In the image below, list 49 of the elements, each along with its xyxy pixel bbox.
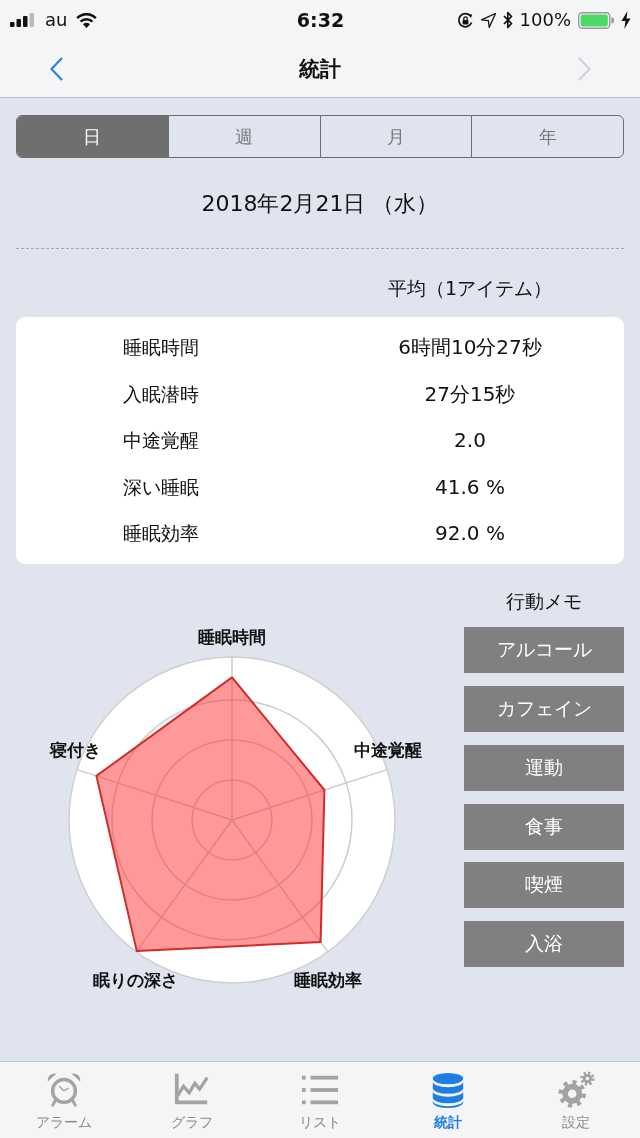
chevron-left-icon (49, 56, 63, 81)
tab-bar-item[interactable]: 設定 (512, 1062, 640, 1138)
axis-label: 睡眠時間 (198, 626, 266, 647)
column-header: 平均（1アイテム） (387, 276, 553, 301)
stat-value: 2.0 (454, 427, 486, 454)
rotation-lock-icon (456, 11, 474, 29)
period-tab[interactable]: 月 (319, 116, 472, 157)
battery-percent: 100% (519, 9, 571, 31)
nav-title: 統計 (299, 55, 341, 83)
carrier-label: au (45, 9, 68, 31)
memo-button[interactable]: 入浴 (464, 921, 624, 968)
memo-title: 行動メモ (506, 588, 582, 614)
settings-icon (557, 1071, 595, 1109)
stat-label: 睡眠効率 (123, 521, 199, 547)
axis-label: 睡眠効率 (294, 969, 362, 990)
clock-time: 6:32 (296, 9, 345, 31)
memo-button[interactable]: 食事 (464, 803, 624, 850)
tab-bar-item[interactable]: リスト (256, 1062, 384, 1138)
tab-bar-item[interactable]: アラーム (0, 1062, 128, 1138)
stat-label: 深い睡眠 (123, 474, 199, 500)
battery-icon (578, 11, 614, 29)
memo-button[interactable]: 喫煙 (464, 862, 624, 909)
stat-label: 入眠潜時 (123, 381, 199, 407)
stat-value: 27分15秒 (424, 380, 516, 407)
charging-bolt-icon (621, 11, 631, 29)
segmented-control[interactable]: 日 週 月 年 (16, 115, 624, 158)
stat-value: 6時間10分27秒 (398, 334, 542, 361)
tab-bar-item[interactable]: グラフ (128, 1062, 256, 1138)
axis-label: 中途覚醒 (354, 739, 422, 760)
stat-value: 41.6 % (435, 473, 505, 500)
chevron-right-icon (577, 56, 591, 81)
stat-label: 睡眠時間 (123, 335, 199, 361)
memo-button[interactable]: 運動 (464, 744, 624, 791)
memo-button[interactable]: カフェイン (464, 686, 624, 733)
period-tab[interactable]: 日 (17, 116, 168, 157)
stat-value: 92.0 % (435, 520, 505, 547)
memo-button[interactable]: アルコール (464, 627, 624, 674)
stat-label: 中途覚醒 (123, 428, 199, 454)
wifi-icon (76, 12, 98, 28)
alarm-clock-icon (45, 1071, 83, 1109)
signal-icon (10, 13, 36, 27)
axis-label: 寝付き (49, 739, 101, 760)
axis-label: 眠りの深さ (92, 969, 178, 990)
date-label: 2018年2月21日 （水） (201, 190, 439, 218)
period-tab[interactable]: 週 (167, 116, 320, 157)
period-tab[interactable]: 年 (471, 116, 623, 157)
tab-bar-item[interactable]: 統計 (384, 1062, 512, 1138)
bluetooth-icon (502, 11, 513, 29)
location-arrow-icon (480, 12, 496, 28)
